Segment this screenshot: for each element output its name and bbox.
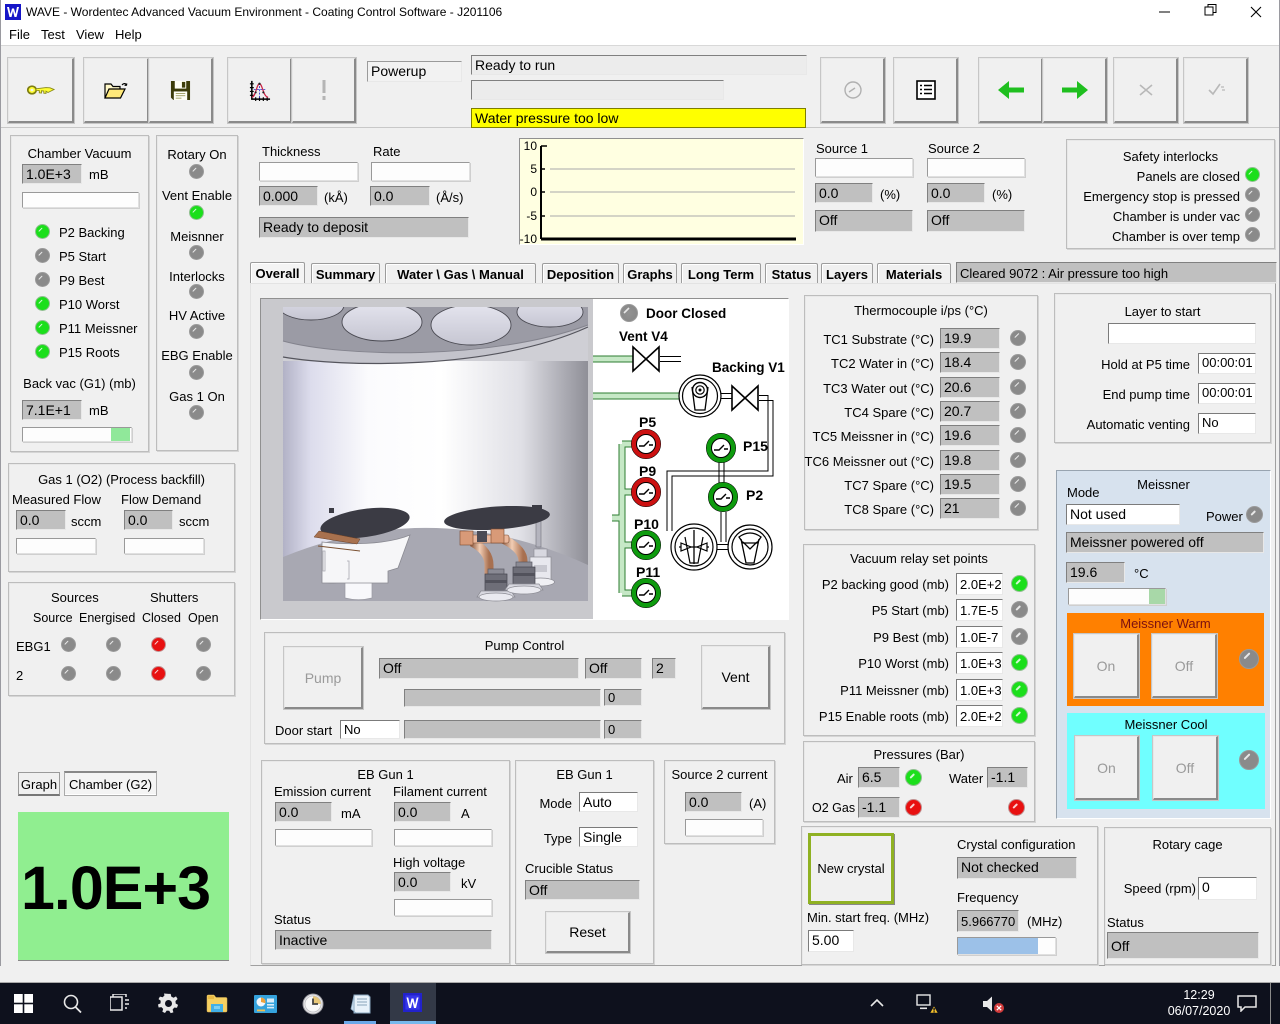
svg-text:5: 5 (530, 162, 537, 176)
svg-text:P2: P2 (746, 487, 763, 503)
svg-text:0: 0 (530, 185, 537, 199)
svg-text:P9: P9 (639, 463, 656, 479)
svg-text:Vent V4: Vent V4 (619, 329, 668, 344)
svg-text:Door Closed: Door Closed (646, 306, 726, 321)
svg-text:P15: P15 (743, 438, 768, 454)
svg-text:P5: P5 (639, 414, 656, 430)
svg-text:Backing V1: Backing V1 (712, 360, 785, 375)
svg-text:P10: P10 (634, 516, 659, 532)
svg-text:-5: -5 (526, 209, 537, 223)
svg-text:-10: -10 (520, 232, 537, 244)
svg-text:10: 10 (524, 139, 538, 153)
svg-text:P11: P11 (636, 564, 660, 580)
